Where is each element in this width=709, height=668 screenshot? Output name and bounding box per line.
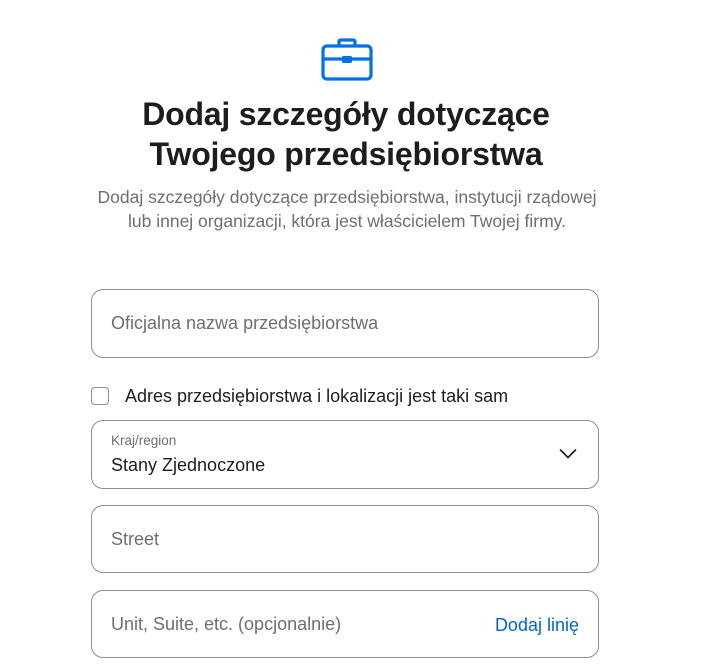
street-input[interactable] xyxy=(111,506,579,572)
country-region-select[interactable]: Kraj/region Stany Zjednoczone xyxy=(91,420,599,489)
unit-field[interactable]: Dodaj linię xyxy=(91,590,599,658)
page-subtitle: Dodaj szczegóły dotyczące przedsiębiorst… xyxy=(97,187,597,231)
company-name-field[interactable] xyxy=(91,289,599,358)
page-title-line-2: Twojego przedsiębiorstwa xyxy=(149,136,543,172)
company-name-input[interactable] xyxy=(111,290,579,357)
country-region-label: Kraj/region xyxy=(111,433,177,448)
add-line-link[interactable]: Dodaj linię xyxy=(495,613,579,637)
briefcase-icon xyxy=(321,38,373,81)
page-title: Dodaj szczegóły dotyczące Twojego przeds… xyxy=(0,94,692,174)
street-field[interactable] xyxy=(91,505,599,573)
same-address-checkbox-label: Adres przedsiębiorstwa i lokalizacji jes… xyxy=(125,385,509,406)
same-address-checkbox[interactable] xyxy=(91,387,109,405)
unit-input[interactable] xyxy=(111,591,468,657)
business-details-page: Dodaj szczegóły dotyczące Twojego przeds… xyxy=(0,0,709,668)
country-region-value: Stany Zjednoczone xyxy=(111,455,266,475)
page-title-line-1: Dodaj szczegóły dotyczące xyxy=(142,96,550,132)
chevron-down-icon xyxy=(559,449,577,459)
same-address-checkbox-row[interactable]: Adres przedsiębiorstwa i lokalizacji jes… xyxy=(91,384,508,408)
